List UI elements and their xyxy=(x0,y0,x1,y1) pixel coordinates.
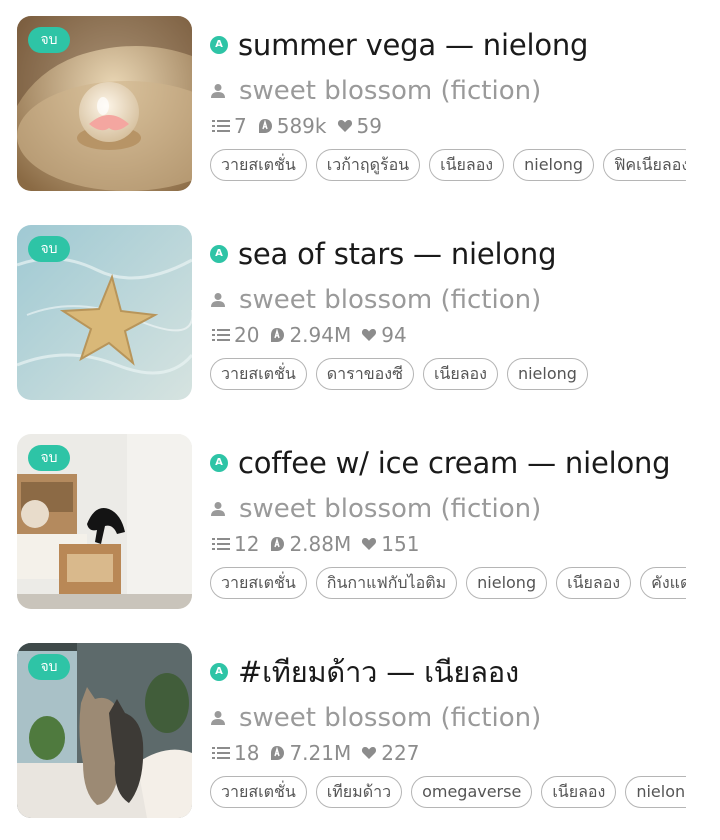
title-row[interactable]: A sea of stars — nielong xyxy=(210,234,556,274)
person-icon xyxy=(211,711,225,725)
eye-drop-icon xyxy=(271,537,285,551)
tag-chip[interactable]: เนียลอง xyxy=(422,358,498,390)
story-card[interactable]: จบ A summer vega — nielong sweet blossom… xyxy=(0,16,720,192)
story-list: จบ A summer vega — nielong sweet blossom… xyxy=(0,0,720,840)
author-name[interactable]: sweet blossom (fiction) xyxy=(239,703,541,733)
heart-icon xyxy=(337,120,352,132)
stats-row: 7 589k 59 xyxy=(212,113,392,139)
story-card[interactable]: จบ A coffee w/ ice cream — nielong sweet… xyxy=(0,434,720,610)
story-cover[interactable]: จบ xyxy=(17,16,192,191)
tags-row: วายสเตชั่น เวก้าฤดูร้อน เนียลอง nielong … xyxy=(210,148,686,182)
stats-row: 20 2.94M 94 xyxy=(212,322,417,348)
tag-chip[interactable]: ฟิคเนียลอง xyxy=(603,149,686,181)
person-icon xyxy=(211,84,225,98)
list-icon xyxy=(212,120,230,132)
heart-icon xyxy=(362,329,377,341)
author-row[interactable]: sweet blossom (fiction) xyxy=(210,701,541,735)
tag-chip[interactable]: nielong xyxy=(506,358,588,390)
tag-chip[interactable]: เนียลอง xyxy=(541,776,617,808)
tag-chip[interactable]: วายสเตชั่น xyxy=(210,776,307,808)
view-count: 2.88M xyxy=(289,532,352,556)
view-count: 589k xyxy=(276,114,327,138)
status-badge-complete: จบ xyxy=(28,236,70,262)
story-info: A summer vega — nielong sweet blossom (f… xyxy=(210,16,690,192)
teal-a-circle-icon: A xyxy=(210,454,228,472)
tag-chip[interactable]: เทียมด้าว xyxy=(315,776,403,808)
eye-drop-icon xyxy=(258,119,272,133)
tag-chip[interactable]: nielong xyxy=(466,567,548,599)
view-count: 7.21M xyxy=(289,741,352,765)
teal-a-circle-icon: A xyxy=(210,663,228,681)
status-badge-complete: จบ xyxy=(28,654,70,680)
list-icon xyxy=(212,538,230,550)
chapter-count: 18 xyxy=(234,741,260,765)
story-card[interactable]: จบ A #เทียมด้าว — เนียลอง sweet blossom … xyxy=(0,643,720,819)
list-icon xyxy=(212,329,230,341)
story-card[interactable]: จบ A sea of stars — nielong sweet blosso… xyxy=(0,225,720,401)
tag-chip[interactable]: คังแด xyxy=(640,567,686,599)
tag-chip[interactable]: เนียลอง xyxy=(429,149,505,181)
stats-row: 18 7.21M 227 xyxy=(212,740,429,766)
heart-icon xyxy=(362,538,377,550)
tag-chip[interactable]: ดาราของซี xyxy=(315,358,414,390)
author-name[interactable]: sweet blossom (fiction) xyxy=(239,285,541,315)
tags-row: วายสเตชั่น เทียมด้าว omegaverse เนียลอง … xyxy=(210,775,686,809)
story-title[interactable]: #เทียมด้าว — เนียลอง xyxy=(238,649,519,695)
status-badge-complete: จบ xyxy=(28,27,70,53)
tag-chip[interactable]: กินกาแฟกับไอติม xyxy=(315,567,458,599)
tags-row: วายสเตชั่น ดาราของซี เนียลอง nielong xyxy=(210,357,686,391)
heart-icon xyxy=(362,747,377,759)
author-name[interactable]: sweet blossom (fiction) xyxy=(239,494,541,524)
eye-drop-icon xyxy=(271,328,285,342)
tag-chip[interactable]: วายสเตชั่น xyxy=(210,358,307,390)
like-count: 227 xyxy=(381,741,420,765)
tag-chip[interactable]: nielong xyxy=(625,776,686,808)
story-info: A coffee w/ ice cream — nielong sweet bl… xyxy=(210,434,690,610)
story-info: A sea of stars — nielong sweet blossom (… xyxy=(210,225,690,401)
title-row[interactable]: A coffee w/ ice cream — nielong xyxy=(210,443,671,483)
author-row[interactable]: sweet blossom (fiction) xyxy=(210,492,541,526)
author-row[interactable]: sweet blossom (fiction) xyxy=(210,283,541,317)
teal-a-circle-icon: A xyxy=(210,245,228,263)
person-icon xyxy=(211,293,225,307)
chapter-count: 7 xyxy=(234,114,247,138)
story-cover[interactable]: จบ xyxy=(17,643,192,818)
eye-drop-icon xyxy=(271,746,285,760)
story-cover[interactable]: จบ xyxy=(17,434,192,609)
tag-chip[interactable]: เวก้าฤดูร้อน xyxy=(315,149,421,181)
story-title[interactable]: summer vega — nielong xyxy=(238,28,588,62)
story-cover[interactable]: จบ xyxy=(17,225,192,400)
tag-chip[interactable]: nielong xyxy=(513,149,595,181)
author-name[interactable]: sweet blossom (fiction) xyxy=(239,76,541,106)
chapter-count: 20 xyxy=(234,323,260,347)
title-row[interactable]: A summer vega — nielong xyxy=(210,25,588,65)
tag-chip[interactable]: เนียลอง xyxy=(556,567,632,599)
author-row[interactable]: sweet blossom (fiction) xyxy=(210,74,541,108)
like-count: 151 xyxy=(381,532,420,556)
tags-row: วายสเตชั่น กินกาแฟกับไอติม nielong เนียล… xyxy=(210,566,686,600)
chapter-count: 12 xyxy=(234,532,260,556)
like-count: 94 xyxy=(381,323,407,347)
story-info: A #เทียมด้าว — เนียลอง sweet blossom (fi… xyxy=(210,643,690,819)
teal-a-circle-icon: A xyxy=(210,36,228,54)
tag-chip[interactable]: วายสเตชั่น xyxy=(210,567,307,599)
list-icon xyxy=(212,747,230,759)
stats-row: 12 2.88M 151 xyxy=(212,531,429,557)
story-title[interactable]: coffee w/ ice cream — nielong xyxy=(238,446,671,480)
view-count: 2.94M xyxy=(289,323,352,347)
status-badge-complete: จบ xyxy=(28,445,70,471)
title-row[interactable]: A #เทียมด้าว — เนียลอง xyxy=(210,652,519,692)
story-title[interactable]: sea of stars — nielong xyxy=(238,237,556,271)
like-count: 59 xyxy=(356,114,382,138)
person-icon xyxy=(211,502,225,516)
tag-chip[interactable]: วายสเตชั่น xyxy=(210,149,307,181)
tag-chip[interactable]: omegaverse xyxy=(411,776,533,808)
